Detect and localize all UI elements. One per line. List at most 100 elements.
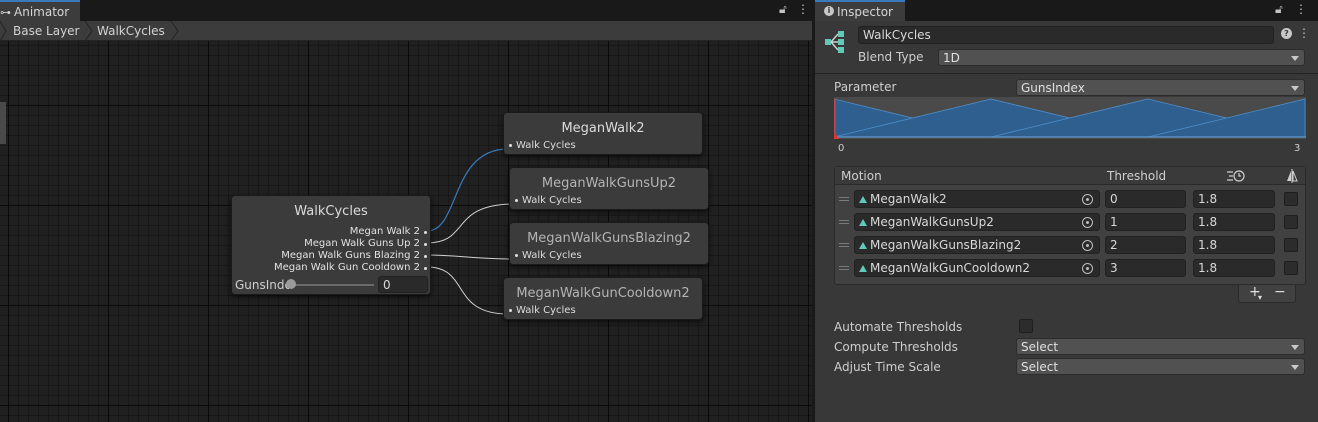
time-scale-field[interactable]: 1.8 [1193, 236, 1275, 254]
list-footer: + ▾ − [1238, 284, 1296, 303]
motion-node-meganwalk2[interactable]: MeganWalk2 Walk Cycles [503, 112, 703, 155]
adjust-time-scale-label: Adjust Time Scale [834, 360, 941, 374]
graph-min-label: 0 [838, 143, 845, 154]
table-row: MeganWalkGunCooldown2 3 1.8 [835, 258, 1305, 280]
output-port[interactable] [424, 243, 427, 246]
mirror-checkbox[interactable] [1284, 192, 1298, 206]
adjust-time-scale-value: Select [1021, 360, 1059, 374]
output-port[interactable] [424, 231, 427, 234]
parameter-value-field[interactable]: 0 [378, 276, 428, 293]
output-label: Megan Walk 2 [349, 226, 420, 237]
motion-clip-field[interactable]: MeganWalkGunsBlazing2 [854, 236, 1100, 254]
motion-clip-name: MeganWalkGunCooldown2 [870, 261, 1030, 275]
motion-node-meganwalkgunsup2[interactable]: MeganWalkGunsUp2 Walk Cycles [509, 167, 709, 210]
object-picker-icon[interactable] [1082, 263, 1093, 274]
motion-clip-field[interactable]: MeganWalkGunCooldown2 [854, 259, 1100, 277]
output-label: Megan Walk Guns Up 2 [304, 238, 420, 249]
time-scale-field[interactable]: 1.8 [1193, 190, 1275, 208]
motion-node-meganwalkgunsblazing2[interactable]: MeganWalkGunsBlazing2 Walk Cycles [509, 222, 709, 265]
blend-tree-icon [825, 31, 844, 53]
automate-thresholds-label: Automate Thresholds [834, 320, 963, 334]
threshold-field[interactable]: 1 [1105, 213, 1186, 231]
breadcrumb-separator [84, 21, 93, 41]
node-graph[interactable]: WalkCycles Megan Walk 2 Megan Walk Guns … [0, 41, 812, 422]
graph-max-label: 3 [1294, 143, 1301, 154]
object-picker-icon[interactable] [1082, 217, 1093, 228]
object-picker-icon[interactable] [1082, 240, 1093, 251]
blend-type-dropdown[interactable]: 1D [938, 49, 1305, 66]
inspector-tab[interactable]: i Inspector [815, 0, 905, 21]
animator-tab-label: Animator [14, 5, 70, 19]
motion-node-meganwalkguncooldown2[interactable]: MeganWalkGunCooldown2 Walk Cycles [503, 277, 703, 320]
parameter-slider-track[interactable] [288, 284, 374, 286]
compute-thresholds-dropdown[interactable]: Select [1016, 338, 1305, 355]
column-header-threshold: Threshold [1107, 169, 1167, 183]
mirror-checkbox[interactable] [1284, 215, 1298, 229]
inspector-tab-label: Inspector [837, 5, 893, 19]
chevron-down-icon [1291, 365, 1299, 370]
lock-icon[interactable]: 🔓︎ [1275, 2, 1283, 17]
info-icon: i [824, 6, 834, 16]
input-port[interactable]: Walk Cycles [509, 305, 576, 316]
time-scale-icon [1227, 170, 1245, 182]
mirror-checkbox[interactable] [1284, 261, 1298, 275]
parameter-label: GunsIndex [235, 278, 289, 292]
header-divider [815, 73, 1318, 74]
object-picker-icon[interactable] [1082, 194, 1093, 205]
blend-tree-node-title: WalkCycles [294, 204, 368, 219]
output-label: Megan Walk Gun Cooldown 2 [273, 262, 420, 273]
help-icon[interactable]: ? [1281, 28, 1292, 39]
motion-node-title: MeganWalk2 [561, 121, 645, 136]
table-row: MeganWalkGunsUp2 1 1.8 [835, 212, 1305, 234]
parameter-slider-thumb[interactable] [286, 279, 296, 289]
blend-type-label: Blend Type [858, 50, 924, 64]
output-port[interactable] [424, 255, 427, 258]
mirror-checkbox[interactable] [1284, 238, 1298, 252]
lock-icon[interactable]: 🔓︎ [779, 2, 787, 17]
compute-thresholds-label: Compute Thresholds [834, 340, 958, 354]
animation-clip-icon [859, 265, 867, 272]
drag-handle-icon[interactable] [839, 197, 849, 201]
drag-handle-icon[interactable] [839, 243, 849, 247]
breadcrumb-walkcycles[interactable]: WalkCycles [97, 21, 165, 41]
adjust-time-scale-dropdown[interactable]: Select [1016, 358, 1305, 375]
time-scale-field[interactable]: 1.8 [1193, 213, 1275, 231]
chevron-down-icon [1291, 345, 1299, 350]
kebab-menu-icon[interactable]: ⋮ [1295, 2, 1307, 16]
input-port[interactable]: Walk Cycles [515, 250, 582, 261]
motion-clip-name: MeganWalkGunsBlazing2 [870, 238, 1022, 252]
drag-handle-icon[interactable] [839, 220, 849, 224]
column-header-motion: Motion [841, 169, 882, 183]
remove-motion-button[interactable]: − [1274, 284, 1286, 300]
motion-clip-field[interactable]: MeganWalk2 [854, 190, 1100, 208]
animator-icon: ⊶ [0, 6, 11, 19]
blend-graph[interactable] [834, 97, 1306, 139]
blend-type-value: 1D [943, 51, 960, 65]
automate-thresholds-checkbox[interactable] [1019, 319, 1033, 333]
connection-gunsup [426, 203, 515, 244]
settings-menu-icon[interactable]: ⋮ [1298, 26, 1310, 40]
chevron-down-icon [1291, 86, 1299, 91]
threshold-field[interactable]: 3 [1105, 259, 1186, 277]
connection-cooldown [426, 266, 509, 315]
add-dropdown-indicator: ▾ [1258, 293, 1263, 302]
motion-node-title: MeganWalkGunsBlazing2 [527, 231, 691, 246]
animation-clip-icon [859, 196, 867, 203]
drag-handle-icon[interactable] [839, 266, 849, 270]
kebab-menu-icon[interactable]: ⋮ [797, 2, 809, 16]
threshold-field[interactable]: 0 [1105, 190, 1186, 208]
input-port[interactable]: Walk Cycles [515, 195, 582, 206]
parameter-dropdown[interactable]: GunsIndex [1016, 79, 1305, 96]
output-port[interactable] [424, 267, 427, 270]
input-port[interactable]: Walk Cycles [509, 140, 576, 151]
motion-clip-field[interactable]: MeganWalkGunsUp2 [854, 213, 1100, 231]
parameter-label: Parameter [834, 80, 897, 94]
breadcrumb-base-layer[interactable]: Base Layer [13, 21, 80, 41]
animator-tab[interactable]: ⊶ Animator [0, 0, 80, 21]
threshold-field[interactable]: 2 [1105, 236, 1186, 254]
breadcrumb-separator [170, 21, 179, 41]
time-scale-field[interactable]: 1.8 [1193, 259, 1275, 277]
blend-tree-node[interactable]: WalkCycles Megan Walk 2 Megan Walk Guns … [231, 195, 431, 295]
object-name-field[interactable]: WalkCycles [858, 26, 1274, 44]
breadcrumb-start [0, 20, 8, 42]
